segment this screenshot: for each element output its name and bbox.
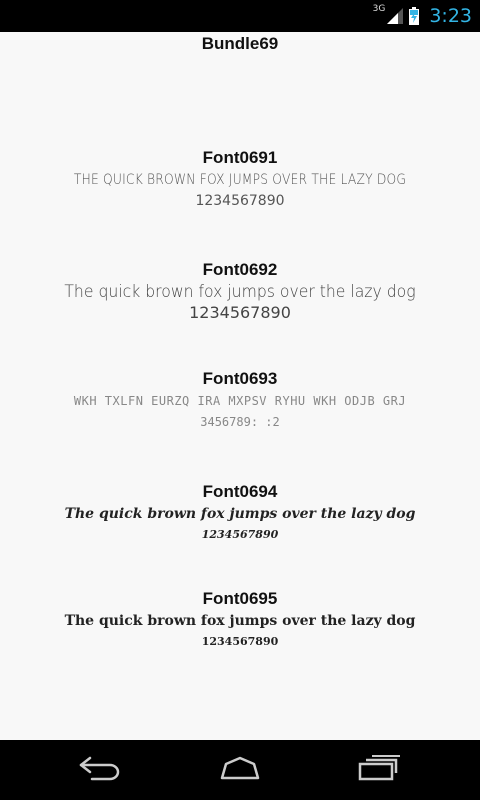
battery-charging-icon xyxy=(409,7,420,25)
font-sample: WKH TXLFN EURZQ IRA MXPSV RYHU WKH ODJB … xyxy=(73,394,407,408)
font-name: Font0695 xyxy=(202,589,278,608)
font-sample: The quick brown fox jumps over the lazy … xyxy=(64,506,416,522)
clock: 3:23 xyxy=(429,5,472,27)
recent-apps-icon xyxy=(358,755,402,785)
status-icons: 3G 3:23 xyxy=(373,0,472,32)
font-sample: THE QUICK BROWN FOX JUMPS OVER THE LAZY … xyxy=(73,172,407,188)
back-icon xyxy=(78,755,122,785)
font-item[interactable]: Font0693 WKH TXLFN EURZQ IRA MXPSV RYHU … xyxy=(0,368,480,432)
font-name: Font0692 xyxy=(202,260,278,279)
font-digits: 1234567890 xyxy=(189,303,291,322)
font-sample: The quick brown fox jumps over the lazy … xyxy=(64,282,416,302)
font-name: Font0693 xyxy=(202,369,278,388)
font-item[interactable]: Font0691 THE QUICK BROWN FOX JUMPS OVER … xyxy=(0,147,480,211)
recent-apps-button[interactable] xyxy=(330,740,430,800)
home-icon xyxy=(216,756,264,784)
font-list[interactable]: Bundle69 Font0691 THE QUICK BROWN FOX JU… xyxy=(0,32,480,740)
font-name: Font0694 xyxy=(202,482,278,501)
font-sample: The quick brown fox jumps over the lazy … xyxy=(64,613,416,629)
font-digits: 3456789: :2 xyxy=(200,415,280,429)
home-button[interactable] xyxy=(190,740,290,800)
font-item[interactable]: Font0695 The quick brown fox jumps over … xyxy=(0,588,480,652)
bundle-title: Bundle69 xyxy=(201,34,279,53)
font-item[interactable]: Font0692 The quick brown fox jumps over … xyxy=(0,259,480,323)
back-button[interactable] xyxy=(50,740,150,800)
signal-icon xyxy=(387,8,404,24)
font-name: Font0691 xyxy=(202,148,278,167)
font-item[interactable]: Font0694 The quick brown fox jumps over … xyxy=(0,481,480,545)
network-type-label: 3G xyxy=(372,4,386,14)
navigation-bar xyxy=(0,740,480,800)
font-digits: 1234567890 xyxy=(201,528,279,541)
font-digits: 1234567890 xyxy=(201,635,279,648)
status-bar: 3G 3:23 xyxy=(0,0,480,32)
font-digits: 1234567890 xyxy=(195,193,285,209)
